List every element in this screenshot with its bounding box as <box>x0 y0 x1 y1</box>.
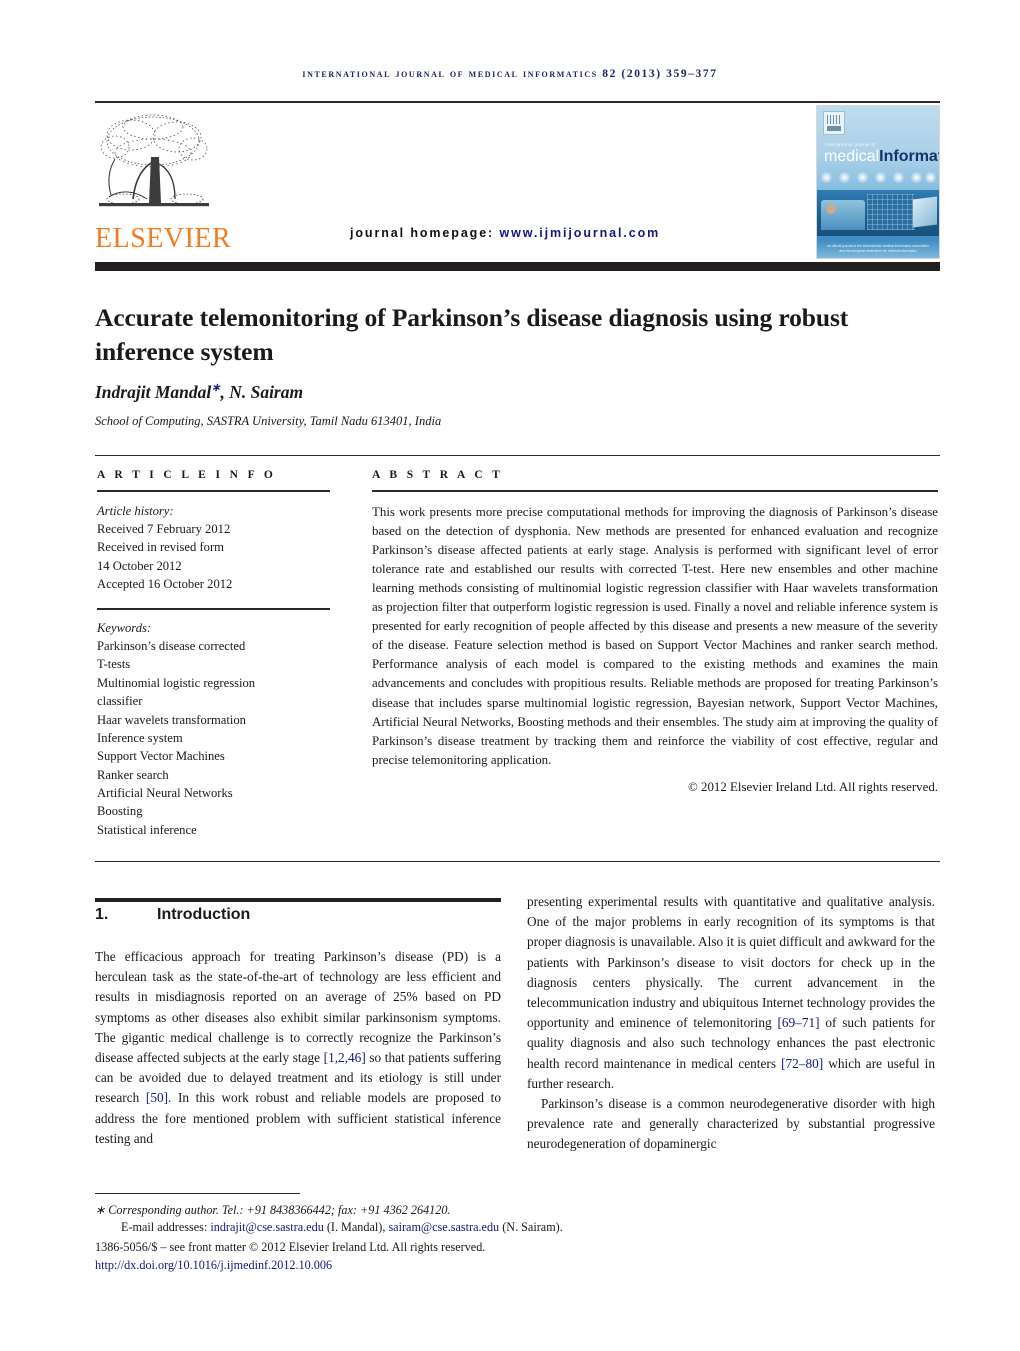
author-primary: Indrajit Mandal <box>95 381 212 402</box>
keyword-item: Support Vector Machines <box>97 749 225 764</box>
abstract-rule <box>372 490 938 492</box>
section-heading-rule <box>95 898 501 902</box>
abstract-column: A B S T R A C T This work presents more … <box>372 469 938 795</box>
body-column-left: The efficacious approach for treating Pa… <box>95 947 501 1149</box>
email-owner-mandal: (I. Mandal), <box>326 1220 386 1235</box>
cover-footer: an official journal of the international… <box>817 244 939 254</box>
journal-homepage-label: journal homepage: <box>350 226 495 240</box>
cover-footer-line2: and the european federation for medical … <box>839 248 917 253</box>
info-panel-bottom-rule <box>95 861 940 862</box>
article-history-line: Accepted 16 October 2012 <box>97 577 233 592</box>
article-info-column: A R T I C L E I N F O Article history: R… <box>97 469 330 839</box>
elsevier-wordmark: ELSEVIER <box>95 223 232 254</box>
email-link-sairam[interactable]: sairam@cse.sastra.edu <box>388 1220 499 1234</box>
corresponding-author-note: ∗ Corresponding author. Tel.: +91 843836… <box>95 1202 795 1219</box>
citation-link[interactable]: [72–80] <box>781 1056 823 1071</box>
cover-monitor-icon <box>913 196 937 228</box>
cover-light-row <box>817 172 939 188</box>
article-history-title: Article history: <box>97 503 174 518</box>
citation-link[interactable]: [69–71] <box>777 1015 819 1030</box>
journal-homepage-url[interactable]: www.ijmijournal.com <box>500 226 661 240</box>
journal-cover-thumbnail: international journal of medicalInformat… <box>816 105 940 259</box>
keyword-item: Multinomial logistic regression <box>97 675 256 690</box>
body-paragraph: The efficacious approach for treating Pa… <box>95 947 501 1149</box>
paragraph-text: presenting experimental results with qua… <box>527 894 935 1031</box>
footnote-marker: ∗ <box>95 1203 106 1217</box>
elsevier-logo: ELSEVIER <box>95 111 232 254</box>
masthead: ELSEVIER journal homepage: www.ijmijourn… <box>95 103 940 259</box>
article-history-line: 14 October 2012 <box>97 558 182 573</box>
keyword-item: Statistical inference <box>97 822 197 837</box>
info-panel-top-rule <box>95 455 940 456</box>
corresponding-author-text: Corresponding author. Tel.: +91 84383664… <box>108 1203 451 1217</box>
email-line: E-mail addresses: indrajit@cse.sastra.ed… <box>95 1219 795 1236</box>
section-number: 1. <box>95 906 109 923</box>
article-history-line: Received 7 February 2012 <box>97 521 231 536</box>
citation-link[interactable]: [1,2,46] <box>324 1050 366 1065</box>
abstract-copyright: © 2012 Elsevier Ireland Ltd. All rights … <box>688 779 938 794</box>
cover-publisher-logo-icon <box>823 111 845 135</box>
email-owner-sairam: (N. Sairam). <box>502 1220 563 1235</box>
article-info-label: A R T I C L E I N F O <box>97 469 277 481</box>
email-label: E-mail addresses: <box>121 1220 208 1235</box>
affiliation: School of Computing, SASTRA University, … <box>95 414 442 428</box>
journal-homepage[interactable]: journal homepage: www.ijmijournal.com <box>350 226 660 240</box>
cover-patient-head <box>826 204 836 214</box>
issn-copyright-line: 1386-5056/$ – see front matter © 2012 El… <box>95 1239 486 1254</box>
keywords-title: Keywords: <box>97 620 152 635</box>
author-secondary: , N. Sairam <box>220 381 304 402</box>
keyword-item: Boosting <box>97 804 143 819</box>
citation-link[interactable]: [50] <box>146 1090 168 1105</box>
paragraph-text: The efficacious approach for treating Pa… <box>95 949 501 1066</box>
abstract-label: A B S T R A C T <box>372 469 504 481</box>
keywords-block: Keywords: Parkinson’s disease corrected … <box>97 619 330 840</box>
section-heading: 1. Introduction <box>95 906 250 924</box>
article-info-rule <box>97 490 330 492</box>
author-list: Indrajit Mandal∗, N. Sairam <box>95 381 303 403</box>
cover-data-grid <box>867 194 915 230</box>
keyword-item: Parkinson’s disease corrected <box>97 639 246 654</box>
cover-title-part1: medical <box>824 148 880 165</box>
masthead-bottom-rule <box>95 262 940 271</box>
page-title: Accurate telemonitoring of Parkinson’s d… <box>95 303 849 367</box>
paper-page: International Journal of Medical Informa… <box>0 0 1020 1351</box>
email-link-mandal[interactable]: indrajit@cse.sastra.edu <box>210 1220 323 1234</box>
keyword-item: Artificial Neural Networks <box>97 786 233 801</box>
keyword-item: classifier <box>97 694 143 709</box>
abstract-text: This work presents more precise computat… <box>372 504 938 767</box>
article-history: Article history: Received 7 February 201… <box>97 502 330 594</box>
cover-kicker: international journal of <box>825 142 876 147</box>
body-paragraph: presenting experimental results with qua… <box>527 892 935 1094</box>
cover-title: medicalInformatics <box>824 148 939 165</box>
elsevier-tree-icon <box>99 114 209 207</box>
article-history-line: Received in revised form <box>97 540 224 555</box>
keyword-item: T-tests <box>97 657 131 672</box>
keywords-rule <box>97 608 330 610</box>
keyword-item: Ranker search <box>97 767 169 782</box>
footnote-rule <box>95 1193 300 1194</box>
body-paragraph: Parkinson’s disease is a common neurodeg… <box>527 1096 935 1152</box>
keyword-item: Haar wavelets transformation <box>97 712 246 727</box>
body-column-right: presenting experimental results with qua… <box>527 892 935 1155</box>
cover-title-part2: Informatics <box>879 148 939 165</box>
section-title: Introduction <box>157 906 251 923</box>
cover-photo <box>817 190 939 236</box>
footnote-block: ∗ Corresponding author. Tel.: +91 843836… <box>95 1202 795 1274</box>
keyword-item: Inference system <box>97 730 183 745</box>
running-head: International Journal of Medical Informa… <box>302 68 718 80</box>
doi-link[interactable]: http://dx.doi.org/10.1016/j.ijmedinf.201… <box>95 1257 795 1274</box>
